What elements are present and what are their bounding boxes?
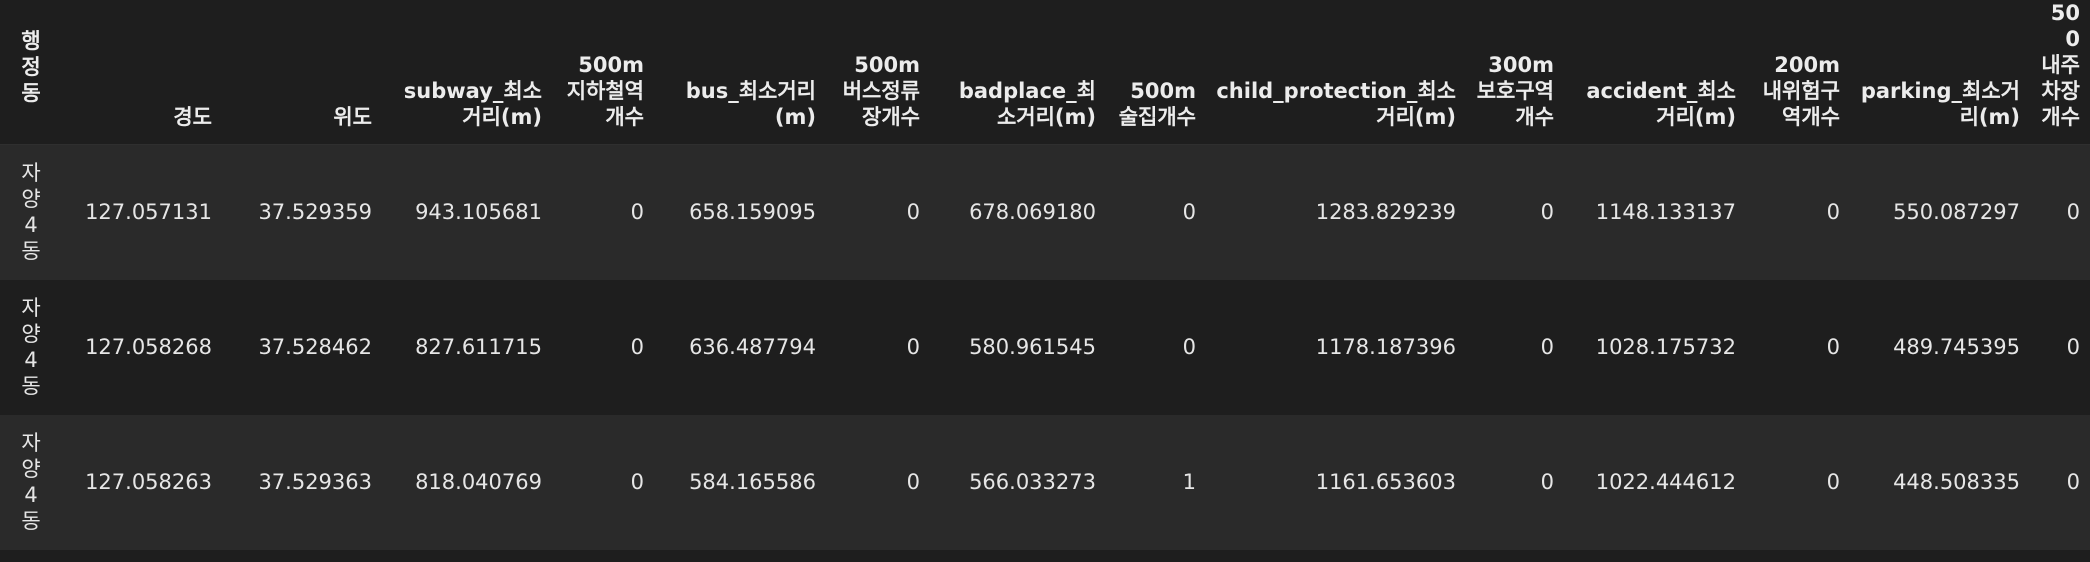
table-cell: 37.528462 xyxy=(258,335,372,359)
table-cell: 1022.444612 xyxy=(1595,470,1736,494)
table-cell: 566.033273 xyxy=(969,470,1096,494)
table-cell: 0 xyxy=(630,200,644,225)
column-header: 500 내주차장개수 xyxy=(2041,1,2080,129)
table-cell: 37.529363 xyxy=(258,470,372,494)
table-cell: 636.487794 xyxy=(689,335,816,359)
column-header: 500m 술집개수 xyxy=(1118,79,1196,129)
table-cell: 1283.829239 xyxy=(1315,200,1456,225)
table-cell: 0 xyxy=(1182,335,1196,359)
table-cell: 580.961545 xyxy=(969,335,1096,359)
table-cell: 1 xyxy=(1182,470,1196,494)
dataframe-table: 행정동 경도 위도 subway_최소거리(m) 500m 지하철역개수 bus… xyxy=(0,0,2090,550)
table-row: 자양4동 127.058263 37.529363 818.040769 0 5… xyxy=(0,414,2090,550)
table-cell: 678.069180 xyxy=(969,200,1096,225)
table-cell: 550.087297 xyxy=(1893,200,2020,225)
table-cell: 827.611715 xyxy=(415,335,542,359)
table-cell: 0 xyxy=(1182,200,1196,225)
table-cell: 489.745395 xyxy=(1893,335,2020,359)
table-cell: 818.040769 xyxy=(415,470,542,494)
column-header: 경도 xyxy=(173,105,212,129)
table-cell: 584.165586 xyxy=(689,470,816,494)
table-cell: 0 xyxy=(906,200,920,225)
table-cell: 0 xyxy=(630,335,644,359)
table-cell: 0 xyxy=(1826,200,1840,225)
column-header: accident_최소거리(m) xyxy=(1586,79,1736,129)
table-cell: 0 xyxy=(1540,335,1554,359)
table-cell: 1161.653603 xyxy=(1315,470,1456,494)
table-cell: 1178.187396 xyxy=(1315,335,1456,359)
column-header: 500m 버스정류장개수 xyxy=(842,53,920,129)
table-cell: 1148.133137 xyxy=(1595,200,1736,225)
column-header: bus_최소거리(m) xyxy=(685,79,816,129)
table-cell: 0 xyxy=(1826,335,1840,359)
column-header: parking_최소거리(m) xyxy=(1860,79,2020,129)
table-cell: 37.529359 xyxy=(258,200,372,225)
row-index: 자양4동 xyxy=(21,431,41,533)
table-cell: 0 xyxy=(2066,335,2080,359)
dataframe-output: 행정동 경도 위도 subway_최소거리(m) 500m 지하철역개수 bus… xyxy=(0,0,2090,562)
row-index: 자양4동 xyxy=(21,296,41,398)
table-cell: 0 xyxy=(906,335,920,359)
table-cell: 658.159095 xyxy=(689,200,816,225)
column-header: badplace_최소거리(m) xyxy=(958,79,1096,129)
column-header: child_protection_최소거리(m) xyxy=(1216,79,1456,129)
column-header: 200m 내위험구역개수 xyxy=(1762,53,1840,129)
header-row: 행정동 경도 위도 subway_최소거리(m) 500m 지하철역개수 bus… xyxy=(0,0,2090,145)
table-cell: 127.058268 xyxy=(85,335,212,359)
table-row: 자양4동 127.058268 37.528462 827.611715 0 6… xyxy=(0,279,2090,415)
table-cell: 1028.175732 xyxy=(1595,335,1736,359)
column-header: 500m 지하철역개수 xyxy=(566,53,644,129)
table-cell: 0 xyxy=(2066,470,2080,494)
table-cell: 943.105681 xyxy=(415,200,542,225)
table-cell: 0 xyxy=(630,470,644,494)
index-header: 행정동 xyxy=(21,29,41,105)
column-header: subway_최소거리(m) xyxy=(403,79,542,129)
table-cell: 448.508335 xyxy=(1893,470,2020,494)
table-cell: 127.057131 xyxy=(85,200,212,225)
table-cell: 127.058263 xyxy=(85,470,212,494)
table-cell: 0 xyxy=(2066,200,2080,225)
table-cell: 0 xyxy=(906,470,920,494)
column-header: 300m 보호구역개수 xyxy=(1476,53,1554,129)
table-row: 자양4동 127.057131 37.529359 943.105681 0 6… xyxy=(0,144,2090,280)
table-cell: 0 xyxy=(1540,200,1554,225)
table-cell: 0 xyxy=(1826,470,1840,494)
table-cell: 0 xyxy=(1540,470,1554,494)
column-header: 위도 xyxy=(333,105,372,129)
row-index: 자양4동 xyxy=(21,161,41,264)
